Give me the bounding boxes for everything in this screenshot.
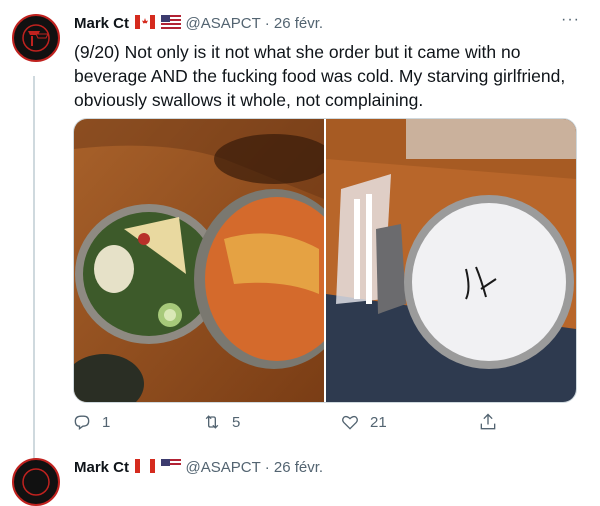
reply-count: 1 [102,413,111,431]
author-name[interactable]: Mark Ct [74,459,129,476]
avatar[interactable] [12,14,60,62]
photo-salad-and-pasta[interactable] [74,119,324,402]
author-handle[interactable]: @ASAPCT [186,15,261,32]
tweet-date[interactable]: 26 févr. [274,459,323,476]
canada-flag-icon [135,15,156,29]
tweet-date[interactable]: 26 févr. [274,15,323,32]
more-options-icon[interactable]: ··· [561,11,580,29]
tweet-header: Mark Ct @ASAPCT · 26 févr. [74,14,323,34]
share-button[interactable] [472,412,508,432]
heart-icon [342,415,358,430]
usa-flag-icon [161,15,182,29]
like-button[interactable]: 21 [334,412,387,432]
usa-flag-icon [161,459,182,473]
reply-button[interactable]: 1 [66,412,110,432]
retweet-count: 5 [232,413,241,431]
author-name[interactable]: Mark Ct [74,15,129,32]
canada-flag-icon [135,459,156,473]
antifa-logo-icon [15,17,57,59]
photo-utensils-and-container[interactable] [326,119,576,402]
retweet-button[interactable]: 5 [196,412,240,432]
retweet-icon [205,415,219,429]
separator: · [264,15,270,32]
tweet-text: (9/20) Not only is it not what she order… [74,42,571,110]
reply-icon [74,415,90,430]
like-count: 21 [370,413,387,431]
separator: · [264,459,270,476]
antifa-logo-icon [15,461,57,503]
tweet-media[interactable] [73,118,577,403]
share-icon [480,413,496,430]
thread-line [33,76,35,470]
tweet-actions: 1 5 21 [66,412,506,438]
author-handle[interactable]: @ASAPCT [186,459,261,476]
next-tweet-header: Mark Ct @ASAPCT · 26 févr. [74,458,323,478]
avatar[interactable] [12,458,60,506]
